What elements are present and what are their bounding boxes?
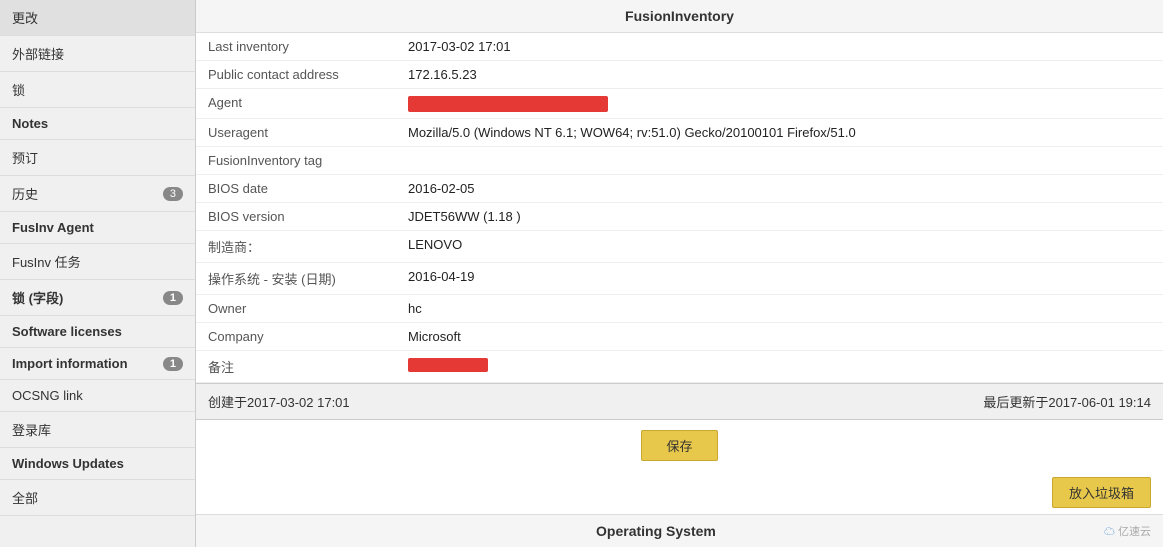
table-row-owner: Ownerhc <box>196 294 1163 322</box>
next-section-title: Operating System <box>208 523 1104 539</box>
field-label-owner: Owner <box>196 294 396 322</box>
sidebar-label-ocsng-link: OCSNG link <box>12 388 83 403</box>
updated-label: 最后更新于2017-06-01 19:14 <box>983 392 1151 411</box>
field-label-os-install-date: 操作系统 - 安装 (日期) <box>196 262 396 294</box>
redacted-bar-sm-remarks <box>408 358 488 372</box>
save-button[interactable]: 保存 <box>641 430 717 461</box>
sidebar-item-history[interactable]: 历史 3 <box>0 176 195 212</box>
field-label-remarks: 备注 <box>196 350 396 382</box>
sidebar-item-registry[interactable]: 登录库 <box>0 412 195 448</box>
sidebar-badge-history: 3 <box>163 187 183 201</box>
field-value-manufacturer: LENOVO <box>396 230 1163 262</box>
created-label: 创建于2017-03-02 17:01 <box>208 392 350 411</box>
field-label-manufacturer: 制造商： <box>196 230 396 262</box>
sidebar-label-all: 全部 <box>12 488 38 507</box>
table-row-os-install-date: 操作系统 - 安装 (日期)2016-04-19 <box>196 262 1163 294</box>
field-value-company: Microsoft <box>396 322 1163 350</box>
sidebar-badge-import-information: 1 <box>163 357 183 371</box>
field-value-owner: hc <box>396 294 1163 322</box>
table-row-company: CompanyMicrosoft <box>196 322 1163 350</box>
sidebar-item-ocsng-link[interactable]: OCSNG link <box>0 380 195 412</box>
bottom-row: 放入垃圾箱 <box>196 471 1163 514</box>
sidebar-item-reservation[interactable]: 预订 <box>0 140 195 176</box>
field-value-remarks <box>396 350 1163 382</box>
sidebar-item-all[interactable]: 全部 <box>0 480 195 516</box>
sidebar-item-fusinv-agent[interactable]: FusInv Agent <box>0 212 195 244</box>
sidebar-item-fusinv-task[interactable]: FusInv 任务 <box>0 244 195 280</box>
sidebar-label-lock: 锁 <box>12 80 25 99</box>
table-row-useragent: UseragentMozilla/5.0 (Windows NT 6.1; WO… <box>196 118 1163 146</box>
field-value-bios-date: 2016-02-05 <box>396 174 1163 202</box>
field-value-public-contact: 172.16.5.23 <box>396 61 1163 89</box>
footer-row: 创建于2017-03-02 17:01 最后更新于2017-06-01 19:1… <box>196 383 1163 420</box>
sidebar-badge-lock-field: 1 <box>163 291 183 305</box>
info-table: Last inventory2017-03-02 17:01Public con… <box>196 33 1163 383</box>
sidebar-label-fusinv-agent: FusInv Agent <box>12 220 94 235</box>
next-section: Operating System ☁ 亿速云 <box>196 514 1163 547</box>
sidebar-label-fusinv-task: FusInv 任务 <box>12 252 81 271</box>
sidebar-label-change: 更改 <box>12 8 38 27</box>
sidebar-label-lock-field: 锁 (字段) <box>12 288 63 307</box>
sidebar-item-notes[interactable]: Notes <box>0 108 195 140</box>
table-row-bios-version: BIOS versionJDET56WW (1.18 ) <box>196 202 1163 230</box>
field-label-public-contact: Public contact address <box>196 61 396 89</box>
field-label-company: Company <box>196 322 396 350</box>
trash-button[interactable]: 放入垃圾箱 <box>1052 477 1151 508</box>
sidebar-label-notes: Notes <box>12 116 48 131</box>
sidebar-label-reservation: 预订 <box>12 148 38 167</box>
action-row: 保存 <box>196 420 1163 471</box>
sidebar: 更改外部链接锁Notes预订历史3FusInv AgentFusInv 任务锁 … <box>0 0 196 547</box>
field-label-agent: Agent <box>196 89 396 119</box>
field-label-useragent: Useragent <box>196 118 396 146</box>
sidebar-item-lock-field[interactable]: 锁 (字段) 1 <box>0 280 195 316</box>
table-row-public-contact: Public contact address172.16.5.23 <box>196 61 1163 89</box>
watermark: ☁ 亿速云 <box>1104 523 1151 539</box>
field-value-last-inventory: 2017-03-02 17:01 <box>396 33 1163 61</box>
sidebar-item-windows-updates[interactable]: Windows Updates <box>0 448 195 480</box>
section-title: FusionInventory <box>196 0 1163 33</box>
field-value-bios-version: JDET56WW (1.18 ) <box>396 202 1163 230</box>
sidebar-label-history: 历史 <box>12 184 38 203</box>
table-row-remarks: 备注 <box>196 350 1163 382</box>
field-value-agent <box>396 89 1163 119</box>
sidebar-item-lock[interactable]: 锁 <box>0 72 195 108</box>
sidebar-label-windows-updates: Windows Updates <box>12 456 124 471</box>
table-row-last-inventory: Last inventory2017-03-02 17:01 <box>196 33 1163 61</box>
sidebar-item-external-link[interactable]: 外部链接 <box>0 36 195 72</box>
sidebar-label-registry: 登录库 <box>12 420 51 439</box>
field-label-bios-date: BIOS date <box>196 174 396 202</box>
table-row-bios-date: BIOS date2016-02-05 <box>196 174 1163 202</box>
field-label-last-inventory: Last inventory <box>196 33 396 61</box>
sidebar-label-external-link: 外部链接 <box>12 44 64 63</box>
redacted-bar-agent <box>408 96 608 112</box>
sidebar-label-software-licenses: Software licenses <box>12 324 122 339</box>
table-row-fusinventory-tag: FusionInventory tag <box>196 146 1163 174</box>
field-value-os-install-date: 2016-04-19 <box>396 262 1163 294</box>
table-row-agent: Agent <box>196 89 1163 119</box>
field-label-fusinventory-tag: FusionInventory tag <box>196 146 396 174</box>
sidebar-item-change[interactable]: 更改 <box>0 0 195 36</box>
sidebar-item-software-licenses[interactable]: Software licenses <box>0 316 195 348</box>
sidebar-item-import-information[interactable]: Import information 1 <box>0 348 195 380</box>
field-label-bios-version: BIOS version <box>196 202 396 230</box>
field-value-useragent: Mozilla/5.0 (Windows NT 6.1; WOW64; rv:5… <box>396 118 1163 146</box>
sidebar-label-import-information: Import information <box>12 356 128 371</box>
main-content: FusionInventory Last inventory2017-03-02… <box>196 0 1163 547</box>
field-value-fusinventory-tag <box>396 146 1163 174</box>
table-row-manufacturer: 制造商：LENOVO <box>196 230 1163 262</box>
